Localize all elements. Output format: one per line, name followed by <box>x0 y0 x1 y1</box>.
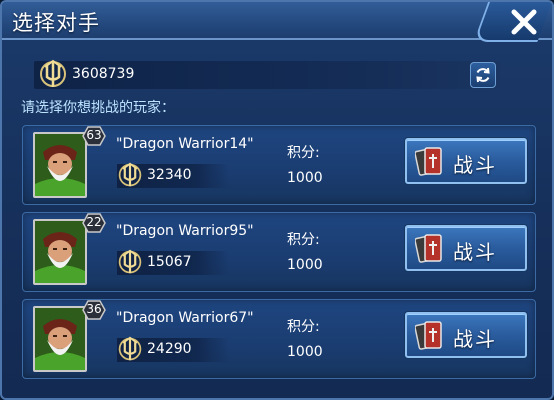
player-name: "Dragon Warrior67" <box>116 310 254 326</box>
trident-emblem-icon <box>118 162 142 187</box>
player-name: "Dragon Warrior14" <box>116 136 254 152</box>
points-value: 1000 <box>287 344 323 360</box>
player-name: "Dragon Warrior95" <box>116 223 254 239</box>
fight-label: 战斗 <box>453 327 497 351</box>
fight-button[interactable]: 战斗 <box>405 138 527 184</box>
battle-card-icon <box>415 234 442 263</box>
fight-button[interactable]: 战斗 <box>405 312 527 358</box>
title-bar: 选择对手 <box>2 2 552 40</box>
points-label: 积分: <box>287 319 320 335</box>
battle-card-icon <box>415 321 442 350</box>
avatar[interactable] <box>33 132 87 198</box>
avatar[interactable] <box>33 306 87 372</box>
power-bar: 15067 <box>117 249 229 275</box>
level-value: 63 <box>86 128 102 142</box>
close-button[interactable] <box>508 6 540 38</box>
points-value: 1000 <box>287 257 323 273</box>
points-value: 1000 <box>287 170 323 186</box>
refresh-icon <box>476 67 490 83</box>
level-badge: 36 <box>82 300 106 320</box>
choose-player-prompt: 请选择你想挑战的玩家： <box>21 100 175 116</box>
trident-emblem-icon <box>118 336 142 361</box>
fight-label: 战斗 <box>453 240 497 264</box>
fight-label: 战斗 <box>453 153 497 177</box>
trident-emblem-icon <box>40 59 66 87</box>
select-opponent-dialog: 选择对手 3608739 请选择你想挑战的玩家： 63 "Dragon Warr… <box>0 0 554 400</box>
power-value: 15067 <box>147 254 192 270</box>
power-bar: 32340 <box>117 162 229 188</box>
refresh-button[interactable] <box>470 62 496 88</box>
dialog-title: 选择对手 <box>12 11 100 35</box>
level-badge: 63 <box>82 126 106 146</box>
my-score-bar: 3608739 <box>34 59 500 89</box>
trident-emblem-icon <box>118 249 142 274</box>
opponent-row: 63 "Dragon Warrior14" 32340 积分: 1000 战斗 <box>22 125 536 205</box>
power-value: 32340 <box>147 167 192 183</box>
points-label: 积分: <box>287 232 320 248</box>
power-bar: 24290 <box>117 336 229 362</box>
level-badge: 22 <box>82 213 106 233</box>
warrior-portrait-icon <box>35 134 85 196</box>
power-value: 24290 <box>147 341 192 357</box>
warrior-portrait-icon <box>35 308 85 370</box>
level-value: 22 <box>86 215 102 229</box>
level-value: 36 <box>86 302 102 316</box>
my-score-value: 3608739 <box>72 66 135 82</box>
opponent-row: 22 "Dragon Warrior95" 15067 积分: 1000 战斗 <box>22 212 536 292</box>
battle-card-icon <box>415 147 442 176</box>
opponent-row: 36 "Dragon Warrior67" 24290 积分: 1000 战斗 <box>22 299 536 379</box>
points-label: 积分: <box>287 145 320 161</box>
fight-button[interactable]: 战斗 <box>405 225 527 271</box>
close-x-icon <box>511 9 537 35</box>
warrior-portrait-icon <box>35 221 85 283</box>
avatar[interactable] <box>33 219 87 285</box>
